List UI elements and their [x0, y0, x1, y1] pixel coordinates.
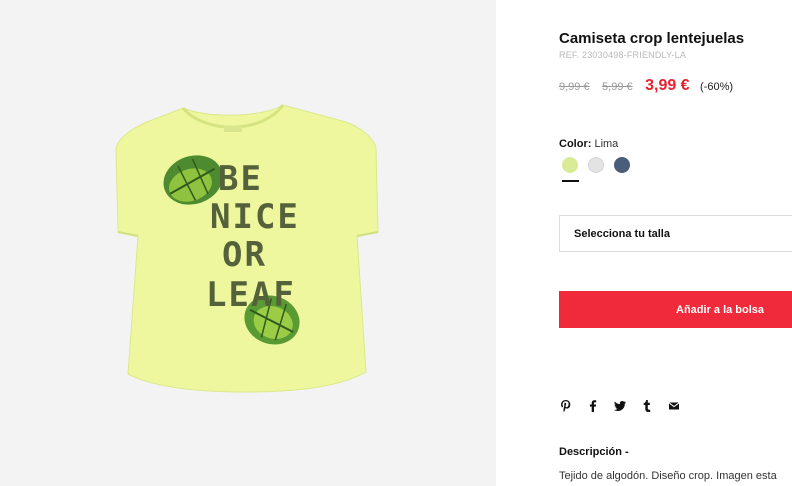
- print-line-2: NICE: [210, 197, 300, 237]
- color-value: Lima: [594, 138, 619, 150]
- price-row: 9,99 € 5,99 € 3,99 € (-60%): [559, 77, 733, 95]
- print-line-4: LEAF: [206, 275, 296, 315]
- color-label: Color:: [559, 138, 592, 150]
- share-icons: [559, 399, 681, 413]
- pinterest-icon[interactable]: [559, 399, 573, 413]
- current-price: 3,99 €: [645, 77, 690, 94]
- facebook-icon[interactable]: [586, 399, 600, 413]
- product-title: Camiseta crop lentejuelas: [559, 30, 745, 47]
- color-swatches: [562, 157, 630, 173]
- add-to-bag-button[interactable]: Añadir a la bolsa: [559, 291, 792, 328]
- original-price: 9,99 €: [559, 81, 590, 93]
- previous-price: 5,99 €: [602, 81, 633, 93]
- tumblr-icon[interactable]: [640, 399, 654, 413]
- email-icon[interactable]: [667, 399, 681, 413]
- description-text: Tejido de algodón. Diseño crop. Imagen e…: [559, 470, 777, 482]
- product-image[interactable]: BE NICE OR LEAF: [0, 0, 496, 486]
- product-info-panel: Camiseta crop lentejuelas REF. 23030498-…: [559, 0, 792, 486]
- discount-badge: (-60%): [700, 81, 734, 93]
- swatch-azul[interactable]: [614, 157, 630, 173]
- color-row: Color: Lima: [559, 138, 618, 150]
- product-image-panel: BE NICE OR LEAF: [0, 0, 496, 486]
- swatch-lima[interactable]: [562, 157, 578, 173]
- print-line-3: OR: [222, 235, 267, 275]
- size-select[interactable]: Selecciona tu talla: [559, 215, 792, 252]
- selected-swatch-indicator: [562, 180, 579, 182]
- print-line-1: BE: [218, 159, 263, 199]
- product-reference: REF. 23030498-FRIENDLY-LA: [559, 50, 687, 60]
- swatch-gris[interactable]: [588, 157, 604, 173]
- twitter-icon[interactable]: [613, 399, 627, 413]
- description-title[interactable]: Descripción -: [559, 446, 629, 458]
